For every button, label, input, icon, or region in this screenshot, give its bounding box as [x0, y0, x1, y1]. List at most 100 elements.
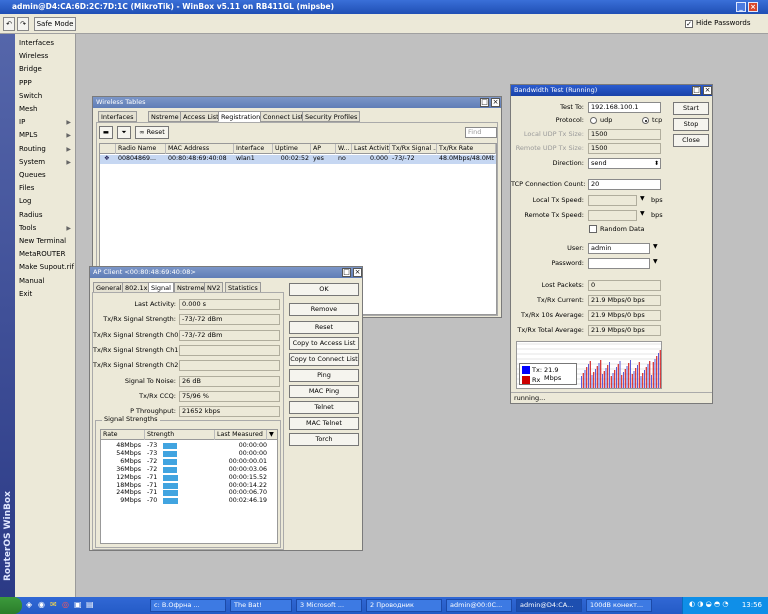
tab-connect-list[interactable]: Connect List — [260, 111, 307, 122]
password-input[interactable] — [588, 258, 650, 269]
minimize-button[interactable]: _ — [736, 2, 746, 12]
column-header[interactable]: W... — [336, 144, 352, 154]
sidebar-item-exit[interactable]: Exit — [17, 288, 75, 301]
quick-launch-icon[interactable]: ▤ — [86, 600, 94, 609]
button-copy-to-connect-list[interactable]: Copy to Connect List — [289, 353, 359, 366]
hide-passwords-checkbox[interactable]: ✓ — [685, 20, 693, 28]
redo-icon[interactable]: ↷ — [17, 17, 29, 31]
sidebar-item-routing[interactable]: Routing ▶ — [17, 143, 75, 156]
filter-icon[interactable]: ⏷ — [117, 126, 131, 139]
quick-launch-icon[interactable]: ◎ — [62, 600, 69, 609]
quick-launch-icon[interactable]: ▣ — [74, 600, 82, 609]
column-header[interactable]: MAC Address — [166, 144, 234, 154]
window-close-icon[interactable]: × — [703, 86, 712, 95]
start-button[interactable] — [0, 597, 22, 614]
sidebar-item-bridge[interactable]: Bridge — [17, 63, 75, 76]
taskbar-item[interactable]: 3 Microsoft ... — [296, 599, 362, 612]
sidebar-item-tools[interactable]: Tools ▶ — [17, 222, 75, 235]
sidebar-item-queues[interactable]: Queues — [17, 169, 75, 182]
sidebar-item-make-supout-rif[interactable]: Make Supout.rif — [17, 261, 75, 274]
sidebar-item-wireless[interactable]: Wireless — [17, 50, 75, 63]
column-header[interactable]: Uptime — [273, 144, 311, 154]
udp-radio[interactable] — [590, 117, 597, 124]
column-header[interactable]: Tx/Rx Signal ... — [390, 144, 437, 154]
sidebar-item-radius[interactable]: Radius — [17, 209, 75, 222]
quick-launch-icon[interactable]: ◈ — [26, 600, 32, 609]
sidebar-item-files[interactable]: Files — [17, 182, 75, 195]
column-header[interactable]: Last Activit... — [352, 144, 390, 154]
sidebar-item-metarouter[interactable]: MetaROUTER — [17, 248, 75, 261]
column-header[interactable]: Interface — [234, 144, 273, 154]
sidebar-item-new-terminal[interactable]: New Terminal — [17, 235, 75, 248]
button-ping[interactable]: Ping — [289, 369, 359, 382]
sidebar-item-mesh[interactable]: Mesh — [17, 103, 75, 116]
user-input[interactable]: admin — [588, 243, 650, 254]
tray-icons[interactable]: ◐ ◑ ◒ ◓ ◔ — [689, 600, 728, 608]
button-copy-to-access-list[interactable]: Copy to Access List — [289, 337, 359, 350]
safe-mode-button[interactable]: Safe Mode — [34, 17, 76, 31]
window-restore-icon[interactable]: □ — [692, 86, 701, 95]
close-window-button[interactable]: × — [748, 2, 758, 12]
strength-row[interactable]: 12Mbps -71 00:00:15.52 — [101, 474, 277, 482]
button-mac-telnet[interactable]: MAC Telnet — [289, 417, 359, 430]
sidebar-item-log[interactable]: Log — [17, 195, 75, 208]
strength-row[interactable]: 48Mbps -73 00:00:00 — [101, 442, 277, 450]
sidebar-item-ip[interactable]: IP ▶ — [17, 116, 75, 129]
button-close[interactable]: Close — [673, 134, 709, 147]
button-ok[interactable]: OK — [289, 283, 359, 296]
taskbar-item[interactable]: с: В.Офрна ... — [150, 599, 226, 612]
tcp-connection-input[interactable]: 20 — [588, 179, 661, 190]
tab-access-list[interactable]: Access List — [180, 111, 222, 122]
find-input[interactable]: Find — [465, 127, 497, 138]
strength-row[interactable]: 9Mbps -70 00:02:46.19 — [101, 497, 277, 505]
quick-launch-icon[interactable]: ✉ — [50, 600, 57, 609]
table-row[interactable]: ❖ 00804869... 00:80:48:69:40:08 wlan1 00:02:… — [100, 155, 496, 164]
tab-security-profiles[interactable]: Security Profiles — [302, 111, 361, 122]
test-to-input[interactable]: 192.168.100.1 — [588, 102, 661, 113]
reset-button[interactable]: ∞ Reset — [135, 126, 169, 139]
strength-row[interactable]: 54Mbps -73 00:00:00 — [101, 450, 277, 458]
button-stop[interactable]: Stop — [673, 118, 709, 131]
dropdown-arrow-icon[interactable]: ▼ — [640, 210, 645, 217]
strength-row[interactable]: 18Mbps -71 00:00:14.22 — [101, 482, 277, 490]
sidebar-item-ppp[interactable]: PPP — [17, 77, 75, 90]
column-header[interactable] — [100, 144, 116, 154]
button-telnet[interactable]: Telnet — [289, 401, 359, 414]
button-torch[interactable]: Torch — [289, 433, 359, 446]
dropdown-arrow-icon[interactable]: ▼ — [653, 243, 658, 250]
column-header[interactable]: Last Measured — [215, 430, 267, 440]
window-close-icon[interactable]: × — [353, 268, 362, 277]
tcp-radio[interactable] — [642, 117, 649, 124]
remote-tx-speed-input[interactable] — [588, 210, 637, 221]
dropdown-arrow-icon[interactable]: ▼ — [640, 195, 645, 202]
taskbar-item[interactable]: The Bat! — [230, 599, 292, 612]
button-reset[interactable]: Reset — [289, 321, 359, 334]
column-header[interactable]: Radio Name — [116, 144, 166, 154]
column-header[interactable]: AP — [311, 144, 336, 154]
sidebar-item-system[interactable]: System ▶ — [17, 156, 75, 169]
sidebar-item-interfaces[interactable]: Interfaces — [17, 37, 75, 50]
taskbar-item[interactable]: admin@00:0C... — [446, 599, 512, 612]
remove-icon[interactable]: ▬ — [99, 126, 113, 139]
undo-icon[interactable]: ↶ — [3, 17, 15, 31]
window-restore-icon[interactable]: □ — [342, 268, 351, 277]
button-start[interactable]: Start — [673, 102, 709, 115]
sidebar-item-manual[interactable]: Manual — [17, 275, 75, 288]
strength-row[interactable]: 36Mbps -72 00:00:03.06 — [101, 466, 277, 474]
tab-registration[interactable]: Registration — [218, 111, 264, 122]
column-header[interactable]: Tx/Rx Rate — [437, 144, 496, 154]
button-mac-ping[interactable]: MAC Ping — [289, 385, 359, 398]
quick-launch-icon[interactable]: ◉ — [38, 600, 45, 609]
window-close-icon[interactable]: × — [491, 98, 500, 107]
window-restore-icon[interactable]: □ — [480, 98, 489, 107]
tab-interfaces[interactable]: Interfaces — [98, 111, 137, 122]
dropdown-arrow-icon[interactable]: ▼ — [653, 258, 658, 265]
taskbar-item[interactable]: 2 Проводник — [366, 599, 442, 612]
direction-select[interactable]: send ⬍ — [588, 158, 661, 169]
column-header[interactable]: Rate — [101, 430, 145, 440]
random-data-checkbox[interactable] — [589, 225, 597, 233]
strength-row[interactable]: 24Mbps -71 00:00:06.70 — [101, 489, 277, 497]
dropdown-arrow-icon[interactable]: ▼ — [267, 430, 277, 440]
taskbar-item[interactable]: admin@D4:CA... — [516, 599, 582, 612]
sidebar-item-switch[interactable]: Switch — [17, 90, 75, 103]
